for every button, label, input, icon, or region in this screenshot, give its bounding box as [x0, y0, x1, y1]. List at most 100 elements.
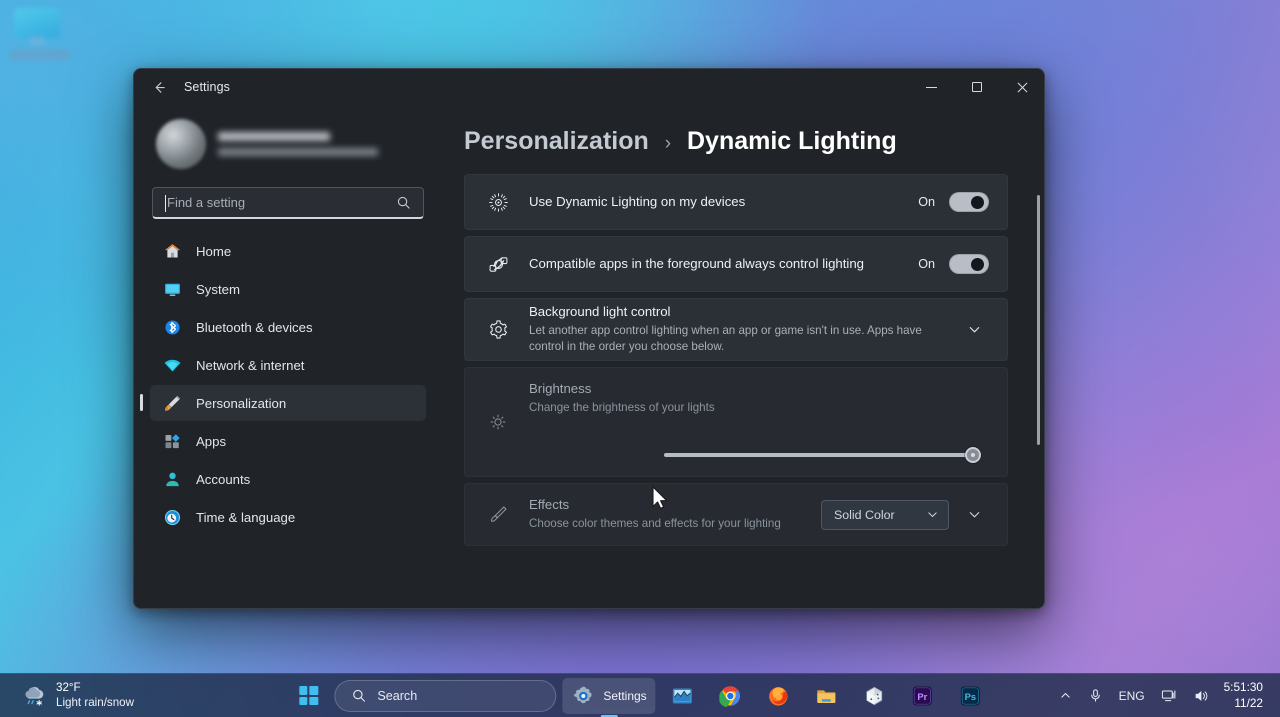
sidebar-item-label: Personalization — [196, 395, 287, 411]
taskbar-app-charts[interactable] — [662, 678, 704, 714]
tray-microphone-button[interactable] — [1081, 680, 1110, 712]
breadcrumb-separator: › — [664, 133, 672, 154]
paintbrush-icon — [162, 393, 182, 413]
tray-volume-button[interactable] — [1186, 680, 1216, 712]
taskbar-app-label: Settings — [603, 688, 647, 703]
card-text: Compatible apps in the foreground always… — [529, 255, 918, 273]
close-icon — [1016, 81, 1028, 93]
account-name-redacted — [218, 132, 330, 141]
tray-overflow-button[interactable] — [1052, 680, 1079, 712]
chevron-down-icon — [969, 512, 979, 518]
expand-effects-button[interactable] — [959, 500, 989, 530]
window-titlebar: Settings — [134, 69, 1044, 105]
sidebar-item-time-language[interactable]: Time & language — [150, 499, 426, 535]
toggle-state-label: On — [918, 257, 935, 271]
gear-icon — [483, 319, 513, 340]
toggle-group: On — [918, 192, 989, 212]
effects-brush-icon — [483, 504, 513, 525]
card-use-dynamic-lighting[interactable]: Use Dynamic Lighting on my devices On — [464, 174, 1008, 230]
card-background-light-control[interactable]: Background light control Let another app… — [464, 298, 1008, 361]
effects-dropdown[interactable]: Solid Color — [821, 499, 949, 530]
account-block[interactable] — [150, 105, 426, 177]
desktop-icon-label — [10, 49, 70, 60]
taskbar-search[interactable]: Search — [334, 679, 557, 712]
back-button[interactable] — [142, 72, 176, 102]
apps-icon — [162, 431, 182, 451]
expand-background-light-control-button[interactable] — [959, 315, 989, 345]
search-icon — [396, 195, 411, 210]
sidebar-item-label: Time & language — [196, 509, 296, 525]
desktop-icon-this-pc[interactable] — [8, 6, 74, 68]
maximize-button[interactable] — [954, 69, 999, 105]
tray-language-button[interactable]: ENG — [1112, 680, 1152, 712]
brightness-slider[interactable] — [664, 446, 981, 464]
sidebar-item-label: Bluetooth & devices — [196, 319, 313, 335]
weather-text: 32°F Light rain/snow — [56, 681, 134, 710]
windows-logo-icon — [298, 686, 318, 705]
sidebar-item-network-internet[interactable]: Network & internet — [150, 347, 426, 383]
svg-text:Pr: Pr — [918, 691, 928, 702]
premiere-pro-icon: Pr — [911, 684, 935, 708]
sidebar-item-apps[interactable]: Apps — [150, 423, 426, 459]
brightness-slider-row — [529, 446, 989, 464]
home-icon — [162, 241, 182, 261]
slider-thumb[interactable] — [965, 447, 981, 463]
taskbar-app-settings[interactable]: Settings — [562, 677, 656, 714]
weather-description: Light rain/snow — [56, 695, 134, 709]
search-input[interactable] — [153, 195, 396, 210]
sidebar-item-accounts[interactable]: Accounts — [150, 461, 426, 497]
window-controls — [909, 69, 1044, 105]
tray-clock[interactable]: 5:51:30 11/22 — [1218, 680, 1272, 711]
brightness-icon — [483, 380, 513, 464]
foreground-apps-toggle[interactable] — [949, 254, 989, 274]
tray-network-button[interactable] — [1154, 680, 1184, 712]
taskbar-weather-widget[interactable]: 32°F Light rain/snow — [12, 678, 144, 713]
dynamic-lighting-icon — [483, 192, 513, 213]
sidebar-item-label: System — [196, 281, 240, 297]
start-button[interactable] — [288, 678, 328, 714]
network-icon — [1161, 689, 1176, 701]
sidebar-item-label: Apps — [196, 433, 227, 449]
dynamic-lighting-toggle[interactable] — [949, 192, 989, 212]
back-arrow-icon — [155, 81, 165, 93]
settings-window: Settings Find a setting Home System Blue… — [133, 68, 1045, 609]
folder-icon — [815, 684, 839, 708]
maximize-icon — [971, 82, 982, 92]
minimize-button[interactable] — [909, 69, 954, 105]
breadcrumb-parent[interactable]: Personalization — [464, 127, 649, 155]
close-button[interactable] — [999, 69, 1044, 105]
tray-date: 11/22 — [1234, 695, 1263, 710]
card-brightness[interactable]: Brightness Change the brightness of your… — [464, 367, 1008, 477]
breadcrumb: Personalization › Dynamic Lighting — [464, 127, 1008, 156]
toggle-state-label: On — [918, 195, 935, 209]
taskbar-app-premiere-pro[interactable]: Pr — [902, 678, 944, 714]
card-title: Compatible apps in the foreground always… — [529, 256, 865, 272]
app-lighting-icon — [483, 254, 513, 275]
taskbar-app-chrome[interactable] — [710, 678, 752, 714]
speaker-icon — [1195, 690, 1207, 701]
taskbar-app-virtualbox[interactable] — [854, 678, 896, 714]
settings-search-box[interactable] — [152, 187, 424, 219]
card-compatible-apps-foreground[interactable]: Compatible apps in the foreground always… — [464, 236, 1008, 292]
virtualbox-icon — [863, 684, 887, 708]
sidebar-item-system[interactable]: System — [150, 271, 426, 307]
system-icon — [162, 279, 182, 299]
sidebar-item-personalization[interactable]: Personalization — [140, 385, 426, 421]
sidebar-item-bluetooth-devices[interactable]: Bluetooth & devices — [150, 309, 426, 345]
taskbar-app-photoshop[interactable]: Ps — [950, 678, 992, 714]
sidebar-item-home[interactable]: Home — [150, 233, 426, 269]
card-subtitle: Change the brightness of your lights — [529, 400, 715, 414]
card-effects[interactable]: Effects Choose color themes and effects … — [464, 483, 1008, 546]
photoshop-icon: Ps — [959, 684, 983, 708]
toggle-knob — [971, 196, 984, 209]
toggle-knob — [971, 258, 984, 271]
content-scrollbar[interactable] — [1037, 195, 1040, 445]
sidebar-item-label: Accounts — [196, 471, 251, 487]
slider-track — [664, 453, 979, 457]
taskbar-app-file-explorer[interactable] — [806, 678, 848, 714]
search-icon — [353, 689, 366, 702]
page-title: Dynamic Lighting — [687, 127, 897, 155]
desktop-icon-glyph — [14, 8, 60, 38]
settings-gear-icon — [571, 684, 595, 708]
taskbar-app-firefox[interactable] — [758, 678, 800, 714]
